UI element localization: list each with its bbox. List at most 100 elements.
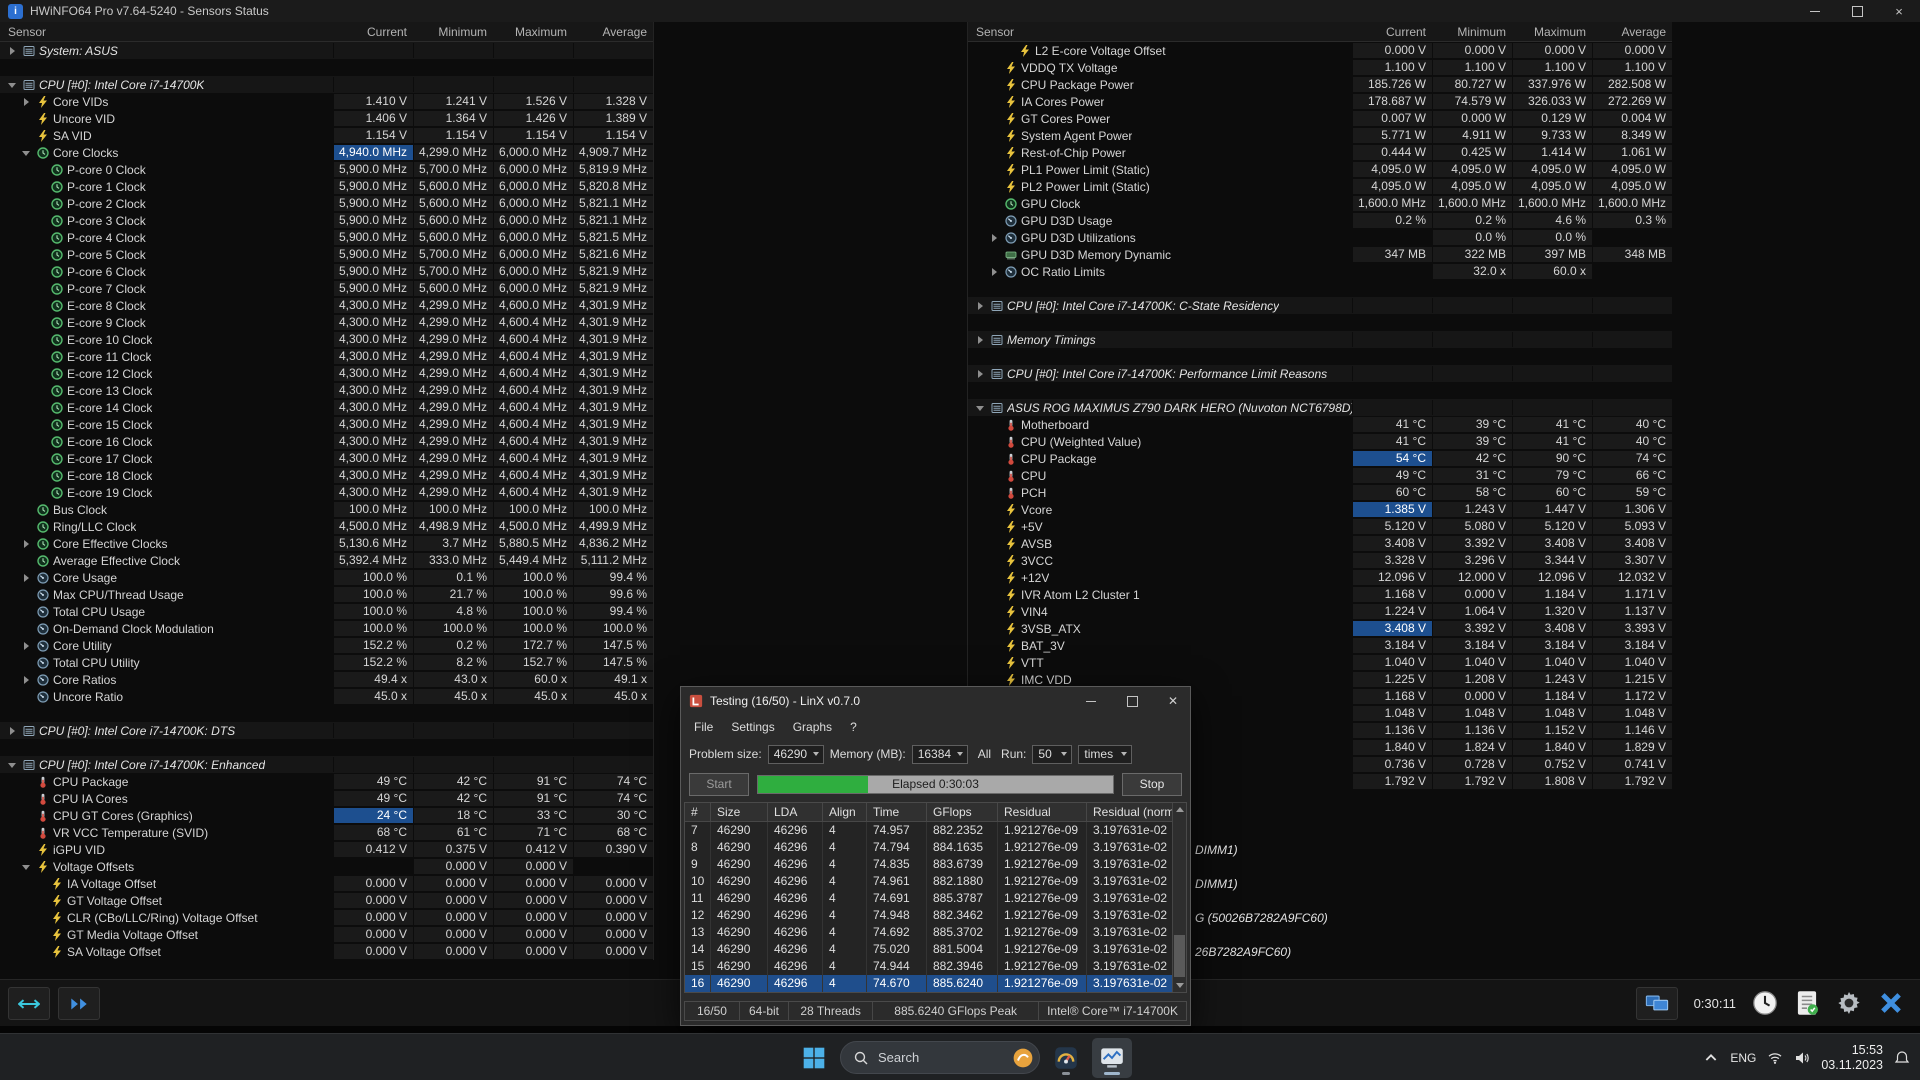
clock-tray[interactable]: 15:53 03.11.2023 (1821, 1043, 1883, 1073)
sensor-row[interactable]: VTT 1.040 V 1.040 V 1.040 V 1.040 V (968, 654, 1672, 671)
sensor-row[interactable]: GPU D3D Memory Dynamic 347 MB 322 MB 397 MB… (968, 246, 1672, 263)
sensor-row[interactable]: Max CPU/Thread Usage 100.0 % 21.7 % 100.0 %… (0, 586, 653, 603)
sensor-row[interactable]: E-core 9 Clock 4,300.0 MHz 4,299.0 MHz 4,60… (0, 314, 653, 331)
sensor-row[interactable]: Bus Clock 100.0 MHz 100.0 MHz 100.0 MHz 100.… (0, 501, 653, 518)
results-row[interactable]: 8 46290 46296 4 74.794 884.1635 1.921276e-09 3.… (685, 839, 1186, 856)
column-header[interactable]: Minimum (1432, 25, 1512, 39)
results-row[interactable]: 14 46290 46296 4 75.020 881.5004 1.921276e-09 3… (685, 941, 1186, 958)
sensor-row[interactable]: VR VCC Temperature (SVID) 68 °C 61 °C 71 °C… (0, 824, 653, 841)
sensor-row[interactable]: E-core 11 Clock 4,300.0 MHz 4,299.0 MHz 4,6… (0, 348, 653, 365)
sensor-row[interactable]: GT Cores Power 0.007 W 0.000 W 0.129 W 0.004… (968, 110, 1672, 127)
scrollbar-thumb[interactable] (1174, 935, 1185, 977)
sensor-row[interactable]: P-core 1 Clock 5,900.0 MHz 5,600.0 MHz 6,00… (0, 178, 653, 195)
linx-close-button[interactable]: ✕ (1156, 687, 1190, 715)
sensor-row[interactable]: SA Voltage Offset 0.000 V 0.000 V 0.000 V 0.… (0, 943, 653, 960)
scroll-up-icon[interactable] (1173, 803, 1186, 816)
linx-maximize-button[interactable] (1115, 687, 1149, 715)
sensor-row[interactable]: IVR Atom L2 Cluster 1 1.168 V 0.000 V 1.184… (968, 586, 1672, 603)
column-header[interactable]: Sensor (0, 25, 333, 39)
results-row[interactable]: 15 46290 46296 4 74.944 882.3946 1.921276e-09 3… (685, 958, 1186, 975)
results-column-header[interactable]: Residual (norm.) (1087, 803, 1175, 822)
report-icon[interactable] (1794, 990, 1820, 1016)
expand-chevron-icon[interactable] (20, 639, 33, 652)
sensor-row[interactable]: On-Demand Clock Modulation 100.0 % 100.0 %… (0, 620, 653, 637)
bell-icon[interactable] (1894, 1050, 1910, 1066)
sensor-row[interactable]: Total CPU Usage 100.0 % 4.8 % 100.0 % 99.4 % (0, 603, 653, 620)
language-indicator[interactable]: ENG (1730, 1051, 1756, 1065)
sensor-row[interactable]: CPU Package 54 °C 42 °C 90 °C 74 °C (968, 450, 1672, 467)
results-row[interactable]: 7 46290 46296 4 74.957 882.2352 1.921276e-09 3.… (685, 822, 1186, 839)
close-x-icon[interactable] (1878, 990, 1904, 1016)
minimize-button[interactable] (1794, 0, 1836, 22)
sensor-row[interactable]: CPU [#0]: Intel Core i7-14700K: C-State … (968, 297, 1672, 314)
results-column-header[interactable]: Align (823, 803, 867, 822)
sensor-row[interactable]: GT Voltage Offset 0.000 V 0.000 V 0.000 V 0.… (0, 892, 653, 909)
sensor-row[interactable]: iGPU VID 0.412 V 0.375 V 0.412 V 0.390 V (0, 841, 653, 858)
sensor-row[interactable]: BAT_3V 3.184 V 3.184 V 3.184 V 3.184 V (968, 637, 1672, 654)
expand-chevron-icon[interactable] (6, 44, 19, 57)
column-header[interactable]: Maximum (1512, 25, 1592, 39)
sensor-row[interactable]: CPU 49 °C 31 °C 79 °C 66 °C (968, 467, 1672, 484)
results-row[interactable]: 11 46290 46296 4 74.691 885.3787 1.921276e-09 3… (685, 890, 1186, 907)
run-count-input[interactable]: 50 (1032, 744, 1073, 764)
sensor-row[interactable]: OC Ratio Limits 32.0 x 60.0 x (968, 263, 1672, 280)
expand-chevron-icon[interactable] (988, 265, 1001, 278)
sensor-row[interactable]: L2 E-core Voltage Offset 0.000 V 0.000 V 0.… (968, 42, 1672, 59)
sensor-row[interactable]: Core Usage 100.0 % 0.1 % 100.0 % 99.4 % (0, 569, 653, 586)
results-column-header[interactable]: Residual (998, 803, 1087, 822)
close-button[interactable]: × (1878, 0, 1920, 22)
sensor-row[interactable]: GT Media Voltage Offset 0.000 V 0.000 V 0.0… (0, 926, 653, 943)
menu-item-graphs[interactable]: Graphs (784, 717, 841, 737)
expand-chevron-icon[interactable] (20, 673, 33, 686)
collapse-chevron-icon[interactable] (6, 78, 19, 91)
sensor-row[interactable]: Core Utility 152.2 % 0.2 % 172.7 % 147.5 % (0, 637, 653, 654)
start-button[interactable]: Start (689, 772, 749, 796)
column-header[interactable]: Current (333, 25, 413, 39)
scroll-down-icon[interactable] (1173, 979, 1186, 992)
fast-forward-button[interactable] (58, 987, 100, 1020)
menu-item-help[interactable]: ? (841, 717, 866, 737)
column-header[interactable]: Sensor (968, 25, 1352, 39)
sensor-row[interactable]: CLR (CBo/LLC/Ring) Voltage Offset 0.000 V… (0, 909, 653, 926)
results-row[interactable]: 12 46290 46296 4 74.948 882.3462 1.921276e-09 3… (685, 907, 1186, 924)
sensor-row[interactable]: Average Effective Clock 5,392.4 MHz 333.0 … (0, 552, 653, 569)
sensor-row[interactable]: System: ASUS (0, 42, 653, 59)
results-column-header[interactable]: GFlops (927, 803, 998, 822)
wifi-icon[interactable] (1767, 1050, 1783, 1066)
sensor-row[interactable]: GPU D3D Usage 0.2 % 0.2 % 4.6 % 0.3 % (968, 212, 1672, 229)
sensor-row[interactable]: E-core 14 Clock 4,300.0 MHz 4,299.0 MHz 4,6… (0, 399, 653, 416)
sensor-row[interactable]: Uncore Ratio 45.0 x 45.0 x 45.0 x 45.0 x (0, 688, 653, 705)
speaker-icon[interactable] (1794, 1050, 1810, 1066)
sensor-row[interactable]: P-core 2 Clock 5,900.0 MHz 5,600.0 MHz 6,00… (0, 195, 653, 212)
sensor-row[interactable]: Voltage Offsets 0.000 V 0.000 V (0, 858, 653, 875)
column-header[interactable]: Current (1352, 25, 1432, 39)
sensor-row[interactable]: P-core 4 Clock 5,900.0 MHz 5,600.0 MHz 6,00… (0, 229, 653, 246)
taskbar-app-linx[interactable] (1092, 1037, 1132, 1078)
sensor-row[interactable]: GPU Clock 1,600.0 MHz 1,600.0 MHz 1,600.0 M… (968, 195, 1672, 212)
results-row[interactable]: 13 46290 46296 4 74.692 885.3702 1.921276e-09 3… (685, 924, 1186, 941)
collapse-chevron-icon[interactable] (20, 146, 33, 159)
sensor-row[interactable]: IA Voltage Offset 0.000 V 0.000 V 0.000 V 0.… (0, 875, 653, 892)
collapse-chevron-icon[interactable] (6, 758, 19, 771)
expand-chevron-icon[interactable] (20, 537, 33, 550)
sensor-row[interactable]: 3VCC 3.328 V 3.296 V 3.344 V 3.307 V (968, 552, 1672, 569)
results-column-header[interactable]: Time (867, 803, 927, 822)
sensor-row[interactable]: GPU D3D Utilizations 0.0 % 0.0 % (968, 229, 1672, 246)
sensor-row[interactable]: +5V 5.120 V 5.080 V 5.120 V 5.093 V (968, 518, 1672, 535)
maximize-button[interactable] (1836, 0, 1878, 22)
sensor-row[interactable]: VIN4 1.224 V 1.064 V 1.320 V 1.137 V (968, 603, 1672, 620)
sensor-row[interactable]: IA Cores Power 178.687 W 74.579 W 326.033 W… (968, 93, 1672, 110)
sensor-row[interactable]: +12V 12.096 V 12.000 V 12.096 V 12.032 V (968, 569, 1672, 586)
table-scrollbar[interactable] (1172, 803, 1186, 992)
memory-input[interactable]: 16384 (911, 744, 968, 764)
column-header[interactable]: Average (573, 25, 653, 39)
sensor-row[interactable]: ASUS ROG MAXIMUS Z790 DARK HERO (Nuvoton… (968, 399, 1672, 416)
results-column-header[interactable]: LDA (768, 803, 823, 822)
expand-chevron-icon[interactable] (974, 299, 987, 312)
expand-chevron-icon[interactable] (974, 333, 987, 346)
sensor-row[interactable]: E-core 15 Clock 4,300.0 MHz 4,299.0 MHz 4,6… (0, 416, 653, 433)
sensor-row[interactable]: Rest-of-Chip Power 0.444 W 0.425 W 1.414 W1… (968, 144, 1672, 161)
sensor-row[interactable]: Memory Timings (968, 331, 1672, 348)
sensor-row[interactable]: P-core 7 Clock 5,900.0 MHz 5,600.0 MHz 6,00… (0, 280, 653, 297)
start-button[interactable] (794, 1038, 834, 1078)
